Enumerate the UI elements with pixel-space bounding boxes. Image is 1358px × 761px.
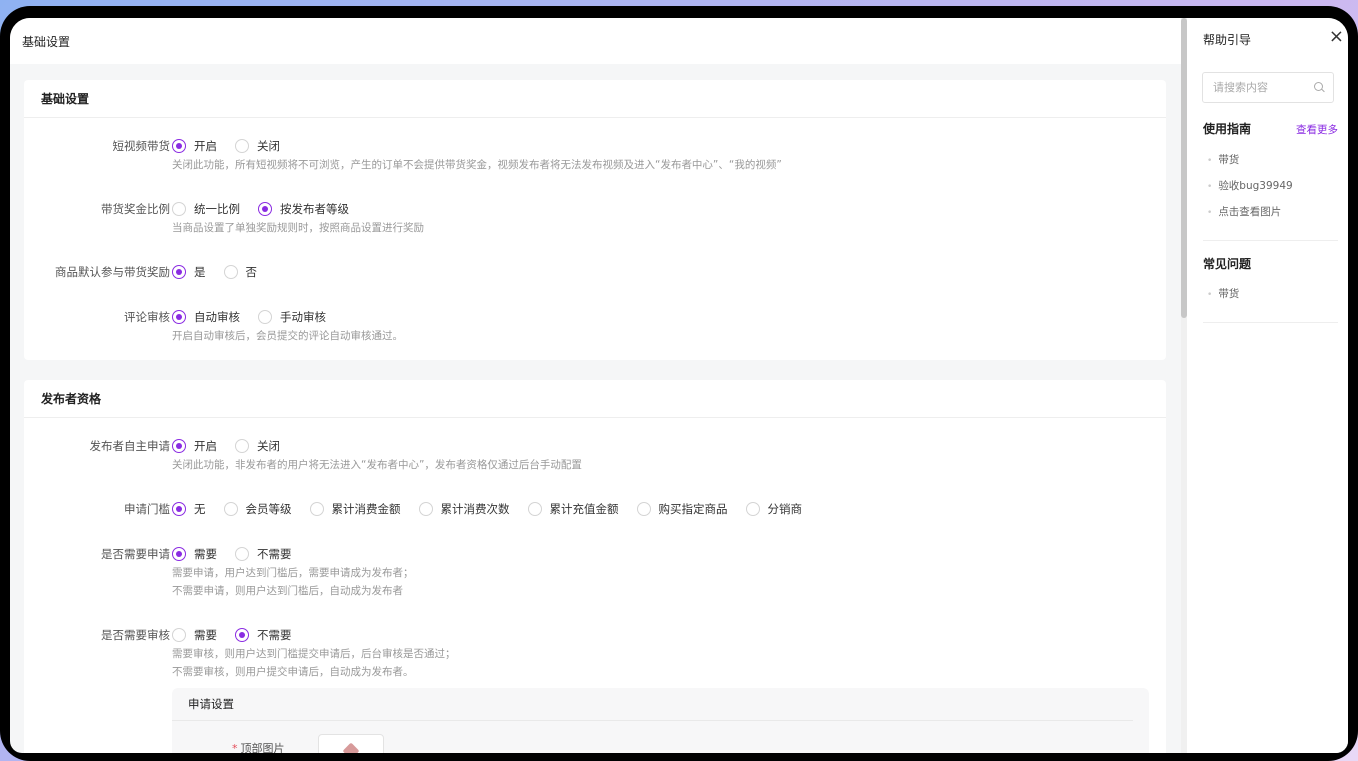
- option-none[interactable]: 无: [172, 501, 206, 517]
- row-label: 短视频带货: [112, 139, 171, 153]
- radio[interactable]: [309, 502, 324, 516]
- option-specific-product[interactable]: 购买指定商品: [636, 501, 728, 517]
- publisher-qualification-header: 发布者资格: [24, 380, 1166, 418]
- option-uniform-ratio[interactable]: 统一比例: [172, 201, 240, 217]
- option-no[interactable]: 否: [223, 264, 257, 280]
- radio[interactable]: [235, 439, 249, 453]
- option-disable[interactable]: 关闭: [235, 438, 280, 454]
- hint-text: 关闭此功能，所有短视频将不可浏览，产生的订单不会提供带货奖金，视频发布者将无法发…: [172, 159, 782, 171]
- top-image-label: * 顶部图片: [232, 742, 285, 753]
- option-purchase-count[interactable]: 累计消费次数: [418, 501, 510, 517]
- app-screen: 基础设置 基础设置 短视频带货 开启 关闭 关闭此功能，所有短视频将不可浏览，产…: [10, 18, 1348, 753]
- option-total-recharge[interactable]: 累计充值金额: [527, 501, 619, 517]
- help-title: 帮助引导: [1203, 33, 1252, 47]
- apply-settings-panel: 申请设置 * 顶部图片: [172, 688, 1149, 753]
- basic-settings-header: 基础设置: [24, 80, 1166, 118]
- hint-text: 需要审核，则用户达到门槛提交申请后，后台审核是否通过；: [172, 648, 456, 660]
- radio-selected[interactable]: [235, 628, 249, 642]
- radio[interactable]: [172, 202, 186, 216]
- hint-text-2: 不需要申请，则用户达到门槛后，自动成为发布者: [172, 585, 403, 597]
- option-by-level[interactable]: 按发布者等级: [258, 201, 349, 217]
- help-search-input[interactable]: [1213, 81, 1303, 94]
- option-need[interactable]: 需要: [172, 627, 217, 643]
- radio[interactable]: [527, 502, 542, 516]
- guide-item[interactable]: 带货: [1207, 152, 1239, 167]
- option-enable[interactable]: 开启: [172, 438, 217, 454]
- close-icon[interactable]: ×: [1329, 28, 1344, 46]
- radio-selected[interactable]: [258, 202, 272, 216]
- guide-title: 使用指南: [1203, 122, 1252, 136]
- hint-text: 关闭此功能，非发布者的用户将无法进入“发布者中心”，发布者资格仅通过后台手动配置: [172, 459, 582, 471]
- row-label: 发布者自主申请: [89, 439, 171, 453]
- hint-text: 当商品设置了单独奖励规则时，按照商品设置进行奖励: [172, 222, 424, 234]
- option-not-need[interactable]: 不需要: [235, 627, 292, 643]
- radio[interactable]: [418, 502, 433, 516]
- option-need[interactable]: 需要: [172, 546, 217, 562]
- help-panel: 帮助引导 × 使用指南 查看更多 带货 验收bug39949 点击查看图片 常见…: [1187, 18, 1348, 753]
- radio-selected[interactable]: [172, 439, 186, 453]
- image-icon: [342, 742, 360, 753]
- radio-selected[interactable]: [172, 265, 186, 279]
- guide-item[interactable]: 验收bug39949: [1207, 178, 1292, 193]
- hint-text-2: 不需要审核，则用户提交申请后，自动成为发布者。: [172, 666, 414, 678]
- radio[interactable]: [235, 139, 249, 153]
- option-member-level[interactable]: 会员等级: [223, 501, 292, 517]
- option-total-spend[interactable]: 累计消费金额: [309, 501, 401, 517]
- guide-item[interactable]: 点击查看图片: [1207, 204, 1281, 219]
- radio-selected[interactable]: [172, 547, 186, 561]
- row-label: 是否需要审核: [101, 628, 170, 642]
- faq-title: 常见问题: [1203, 257, 1252, 271]
- radio[interactable]: [172, 628, 186, 642]
- top-image-upload[interactable]: [318, 734, 384, 753]
- radio[interactable]: [745, 502, 760, 516]
- option-yes[interactable]: 是: [172, 264, 206, 280]
- option-enable[interactable]: 开启: [172, 138, 217, 154]
- row-label: 是否需要申请: [101, 547, 170, 561]
- row-label: 商品默认参与带货奖励: [55, 265, 170, 279]
- hint-text: 需要申请，用户达到门槛后，需要申请成为发布者；: [172, 567, 414, 579]
- device-frame: 基础设置 基础设置 短视频带货 开启 关闭 关闭此功能，所有短视频将不可浏览，产…: [0, 6, 1358, 761]
- search-icon[interactable]: [1314, 82, 1325, 93]
- basic-settings-card: 基础设置 短视频带货 开启 关闭 关闭此功能，所有短视频将不可浏览，产生的订单不…: [24, 80, 1166, 360]
- view-more-link[interactable]: 查看更多: [1296, 122, 1338, 137]
- option-distributor[interactable]: 分销商: [745, 501, 802, 517]
- row-label: 评论审核: [124, 310, 170, 324]
- radio-selected[interactable]: [172, 502, 186, 516]
- option-auto-review[interactable]: 自动审核: [172, 309, 240, 325]
- faq-item[interactable]: 带货: [1207, 286, 1239, 301]
- top-bar: 基础设置: [10, 18, 1181, 64]
- apply-settings-title: 申请设置: [172, 688, 1133, 721]
- radio-selected[interactable]: [172, 139, 186, 153]
- radio[interactable]: [223, 502, 238, 516]
- divider: [1203, 322, 1338, 323]
- row-label: 带货奖金比例: [101, 202, 170, 216]
- radio-selected[interactable]: [172, 310, 186, 324]
- hint-text: 开启自动审核后，会员提交的评论自动审核通过。: [172, 330, 403, 342]
- main-content: 基础设置 基础设置 短视频带货 开启 关闭 关闭此功能，所有短视频将不可浏览，产…: [10, 18, 1181, 753]
- radio[interactable]: [636, 502, 651, 516]
- option-disable[interactable]: 关闭: [235, 138, 280, 154]
- divider: [1203, 240, 1338, 241]
- radio[interactable]: [235, 547, 249, 561]
- row-label: 申请门槛: [124, 502, 170, 516]
- help-search-box: [1202, 72, 1334, 103]
- radio[interactable]: [258, 310, 272, 324]
- option-manual-review[interactable]: 手动审核: [258, 309, 326, 325]
- option-not-need[interactable]: 不需要: [235, 546, 292, 562]
- publisher-qualification-card: 发布者资格 发布者自主申请 开启 关闭 关闭此功能，非发布者的用户将无法进入“发…: [24, 380, 1166, 753]
- radio[interactable]: [223, 265, 238, 279]
- page-title: 基础设置: [22, 34, 71, 49]
